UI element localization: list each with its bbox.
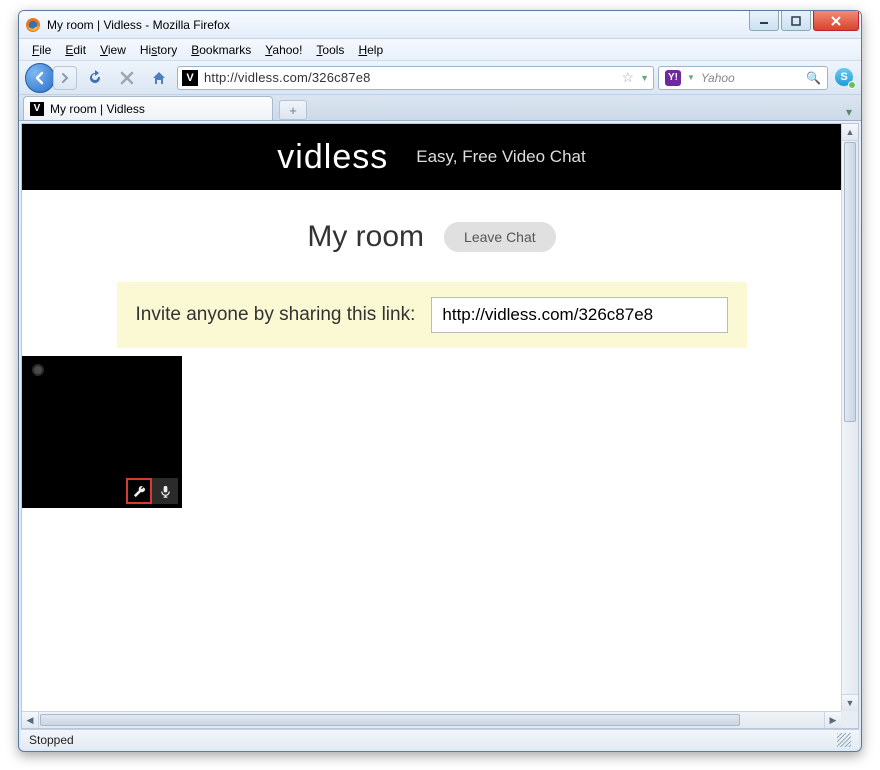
room-title: My room: [307, 220, 424, 254]
horizontal-scrollbar[interactable]: ◀ ▶: [22, 711, 841, 728]
invite-url-input[interactable]: [431, 297, 727, 333]
reload-button[interactable]: [84, 67, 106, 89]
tabstrip: V My room | Vidless + ▾: [19, 95, 861, 121]
tab-favicon: V: [30, 102, 44, 116]
scroll-left-icon[interactable]: ◀: [22, 712, 39, 728]
invite-label: Invite anyone by sharing this link:: [136, 304, 416, 326]
leave-chat-button[interactable]: Leave Chat: [444, 222, 556, 252]
window-title: My room | Vidless - Mozilla Firefox: [47, 18, 230, 32]
scroll-right-icon[interactable]: ▶: [824, 712, 841, 728]
menu-edit[interactable]: Edit: [58, 41, 93, 59]
home-button[interactable]: [148, 67, 170, 89]
menu-view[interactable]: View: [93, 41, 133, 59]
vscroll-thumb[interactable]: [844, 142, 856, 422]
scroll-down-icon[interactable]: ▼: [842, 694, 858, 711]
search-engine-icon[interactable]: Y!: [665, 70, 681, 86]
scroll-up-icon[interactable]: ▲: [842, 124, 858, 141]
menu-bookmarks[interactable]: Bookmarks: [184, 41, 258, 59]
forward-button[interactable]: [53, 66, 77, 90]
menubar: File Edit View History Bookmarks Yahoo! …: [19, 39, 861, 61]
status-text: Stopped: [29, 733, 74, 747]
settings-button[interactable]: [126, 478, 152, 504]
tab-active[interactable]: V My room | Vidless: [23, 96, 273, 120]
vertical-scrollbar[interactable]: ▲ ▼: [841, 124, 858, 711]
hscroll-thumb[interactable]: [40, 714, 740, 726]
menu-yahoo[interactable]: Yahoo!: [258, 41, 309, 59]
url-text[interactable]: http://vidless.com/326c87e8: [204, 70, 616, 85]
bookmark-star-icon[interactable]: ☆: [622, 69, 635, 86]
page-body: vidless Easy, Free Video Chat My room Le…: [22, 124, 841, 711]
invite-bar: Invite anyone by sharing this link:: [117, 282, 747, 348]
back-button[interactable]: [25, 63, 55, 93]
menu-file[interactable]: File: [25, 41, 58, 59]
search-box[interactable]: Y! ▼ Yahoo 🔍: [658, 66, 828, 90]
site-tagline: Easy, Free Video Chat: [416, 147, 585, 167]
maximize-button[interactable]: [781, 11, 811, 31]
close-button[interactable]: [813, 11, 859, 31]
video-tile[interactable]: [22, 356, 182, 508]
address-bar[interactable]: V http://vidless.com/326c87e8 ☆ ▼: [177, 66, 654, 90]
menu-history[interactable]: History: [133, 41, 184, 59]
titlebar[interactable]: My room | Vidless - Mozilla Firefox: [19, 11, 861, 39]
microphone-button[interactable]: [152, 478, 178, 504]
site-logo: vidless: [277, 138, 388, 177]
statusbar: Stopped: [21, 729, 859, 749]
record-indicator-icon: [32, 364, 44, 376]
scroll-corner: [841, 711, 858, 728]
url-dropdown-icon[interactable]: ▼: [640, 73, 649, 83]
firefox-window: My room | Vidless - Mozilla Firefox File…: [18, 10, 862, 752]
skype-icon[interactable]: S: [835, 68, 855, 88]
search-go-icon[interactable]: 🔍: [806, 71, 821, 85]
menu-tools[interactable]: Tools: [309, 41, 351, 59]
content-area: vidless Easy, Free Video Chat My room Le…: [21, 123, 859, 729]
nav-toolbar: V http://vidless.com/326c87e8 ☆ ▼ Y! ▼ Y…: [19, 61, 861, 95]
minimize-button[interactable]: [749, 11, 779, 31]
resize-grip-icon[interactable]: [837, 733, 851, 747]
search-engine-dropdown-icon[interactable]: ▼: [687, 73, 695, 82]
stop-button[interactable]: [116, 67, 138, 89]
menu-help[interactable]: Help: [351, 41, 390, 59]
main-content: My room Leave Chat Invite anyone by shar…: [22, 190, 841, 358]
firefox-icon: [25, 17, 41, 33]
list-tabs-icon[interactable]: ▾: [841, 104, 857, 120]
tab-title: My room | Vidless: [50, 102, 145, 116]
new-tab-button[interactable]: +: [279, 100, 307, 120]
search-placeholder[interactable]: Yahoo: [701, 71, 800, 85]
site-favicon: V: [182, 70, 198, 86]
site-header: vidless Easy, Free Video Chat: [22, 124, 841, 190]
